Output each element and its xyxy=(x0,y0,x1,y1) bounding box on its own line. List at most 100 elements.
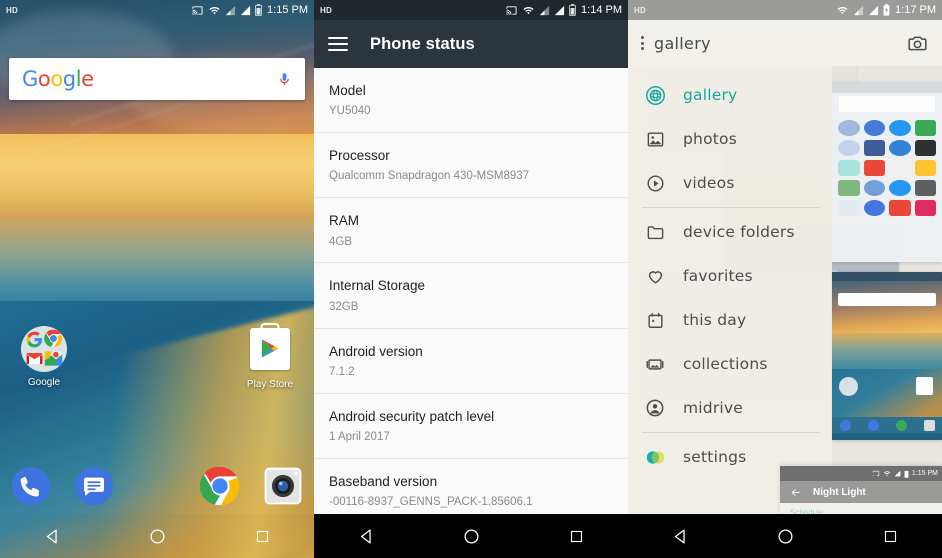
cast-icon xyxy=(872,470,880,477)
list-item[interactable]: Processor Qualcomm Snapdragon 430-MSM893… xyxy=(314,133,628,199)
menu-item-videos[interactable]: videos xyxy=(628,161,832,205)
recents-icon[interactable] xyxy=(255,529,270,544)
menu-item-label: favorites xyxy=(683,267,753,285)
page-title: gallery xyxy=(654,33,711,53)
menu-item-label: this day xyxy=(683,311,747,329)
hd-indicator: HD xyxy=(6,5,18,15)
menu-item-gallery[interactable]: gallery xyxy=(628,73,832,117)
app-play-store[interactable]: Play Store xyxy=(234,326,306,390)
dock-item-camera[interactable] xyxy=(251,467,314,505)
row-value: 32GB xyxy=(329,300,359,313)
recents-card-home-screen[interactable] xyxy=(831,272,942,440)
google-search-widget[interactable]: Google xyxy=(9,58,305,100)
signal-icon xyxy=(539,5,550,15)
back-icon[interactable] xyxy=(672,528,689,545)
gallery-nav-menu: gallery photos videos device folders fav… xyxy=(628,66,832,514)
signal-icon xyxy=(868,5,879,15)
signal-icon xyxy=(554,5,565,15)
home-icon[interactable] xyxy=(149,528,166,545)
card-body-text: Schedule xyxy=(790,508,824,514)
maps-icon xyxy=(44,351,63,366)
back-icon[interactable] xyxy=(44,528,61,545)
recents-icon[interactable] xyxy=(883,529,898,544)
list-item[interactable]: Android version 7.1.2 xyxy=(314,329,628,394)
home-icon[interactable] xyxy=(777,528,794,545)
app-label: Google xyxy=(27,377,61,388)
heart-icon xyxy=(642,267,668,286)
row-key: Baseband version xyxy=(329,473,438,489)
menu-item-label: midrive xyxy=(683,399,744,417)
navigation-bar xyxy=(628,514,942,558)
photo-icon xyxy=(642,130,668,149)
menu-item-midrive[interactable]: midrive xyxy=(628,386,832,430)
list-item[interactable]: Model YU5040 xyxy=(314,68,628,134)
microphone-icon[interactable] xyxy=(277,69,292,90)
person-circle-icon xyxy=(642,398,668,418)
back-icon[interactable] xyxy=(358,528,375,545)
page-title: Phone status xyxy=(370,34,475,53)
hd-indicator: HD xyxy=(634,5,646,15)
navigation-bar xyxy=(0,514,314,558)
folder-icon xyxy=(642,223,668,242)
recents-card-app-drawer[interactable] xyxy=(831,82,942,262)
dock-item-messages[interactable] xyxy=(63,466,126,506)
dock-item-phone[interactable] xyxy=(0,466,63,506)
battery-icon xyxy=(904,470,909,478)
menu-item-collections[interactable]: collections xyxy=(628,342,832,386)
messages-icon xyxy=(75,466,114,506)
menu-item-favorites[interactable]: favorites xyxy=(628,254,832,298)
list-item[interactable]: Baseband version -00116-8937_GENNS_PACK-… xyxy=(314,459,628,514)
hamburger-menu-icon[interactable] xyxy=(328,37,348,51)
camera-icon[interactable] xyxy=(906,33,929,54)
navigation-bar xyxy=(314,514,628,558)
status-bar: HD 1:17 PM xyxy=(628,0,942,20)
wifi-icon xyxy=(209,6,220,14)
app-google-folder[interactable]: Google xyxy=(8,326,80,388)
camera-icon xyxy=(264,467,301,505)
menu-item-this-day[interactable]: this day xyxy=(628,298,832,342)
cast-icon xyxy=(506,5,517,15)
gallery-logo-icon xyxy=(642,85,668,106)
menu-item-label: photos xyxy=(683,130,737,148)
google-folder-icon xyxy=(21,326,67,372)
menu-item-device-folders[interactable]: device folders xyxy=(628,210,832,254)
phone-icon xyxy=(12,466,51,506)
status-bar: HD 1:15 PM xyxy=(0,0,314,20)
row-key: Android security patch level xyxy=(329,408,495,424)
overflow-menu-icon[interactable] xyxy=(641,36,644,50)
list-item[interactable]: RAM 4GB xyxy=(314,198,628,264)
signal-icon xyxy=(225,5,236,15)
recents-icon[interactable] xyxy=(569,529,584,544)
battery-icon xyxy=(569,4,576,16)
status-time: 1:14 PM xyxy=(581,4,622,16)
status-time: 1:17 PM xyxy=(895,4,936,16)
row-key: Internal Storage xyxy=(329,278,426,294)
back-arrow-icon[interactable] xyxy=(790,487,801,498)
row-value: 1 April 2017 xyxy=(329,431,390,443)
wifi-icon xyxy=(837,6,848,14)
chrome-icon xyxy=(199,466,240,506)
battery-icon xyxy=(255,4,262,16)
menu-item-label: settings xyxy=(683,448,747,466)
list-item[interactable]: Internal Storage 32GB xyxy=(314,263,628,329)
signal-icon xyxy=(853,5,864,15)
row-value: YU5040 xyxy=(329,105,371,118)
google-g-icon xyxy=(26,331,43,348)
row-key: RAM xyxy=(329,213,359,229)
dock xyxy=(0,458,314,514)
calendar-icon xyxy=(642,311,668,330)
menu-item-photos[interactable]: photos xyxy=(628,117,832,161)
list-item[interactable]: Android security patch level 1 April 201… xyxy=(314,394,628,459)
row-key: Model xyxy=(329,83,366,98)
night-light-card[interactable]: 1:15 PM Night Light Schedule xyxy=(780,466,942,514)
signal-icon xyxy=(240,5,251,15)
menu-item-label: collections xyxy=(683,355,768,373)
dock-item-chrome[interactable] xyxy=(188,466,251,506)
panel-phone-status: HD 1:14 PM Phone status Model YU5040 Pro… xyxy=(314,0,628,558)
row-key: Android version xyxy=(329,343,423,359)
wifi-icon xyxy=(883,471,891,476)
row-value: Qualcomm Snapdragon 430-MSM8937 xyxy=(329,170,530,183)
home-icon[interactable] xyxy=(463,528,480,545)
row-value: -00116-8937_GENNS_PACK-1.85606.1 xyxy=(329,496,533,509)
menu-divider xyxy=(642,207,820,208)
